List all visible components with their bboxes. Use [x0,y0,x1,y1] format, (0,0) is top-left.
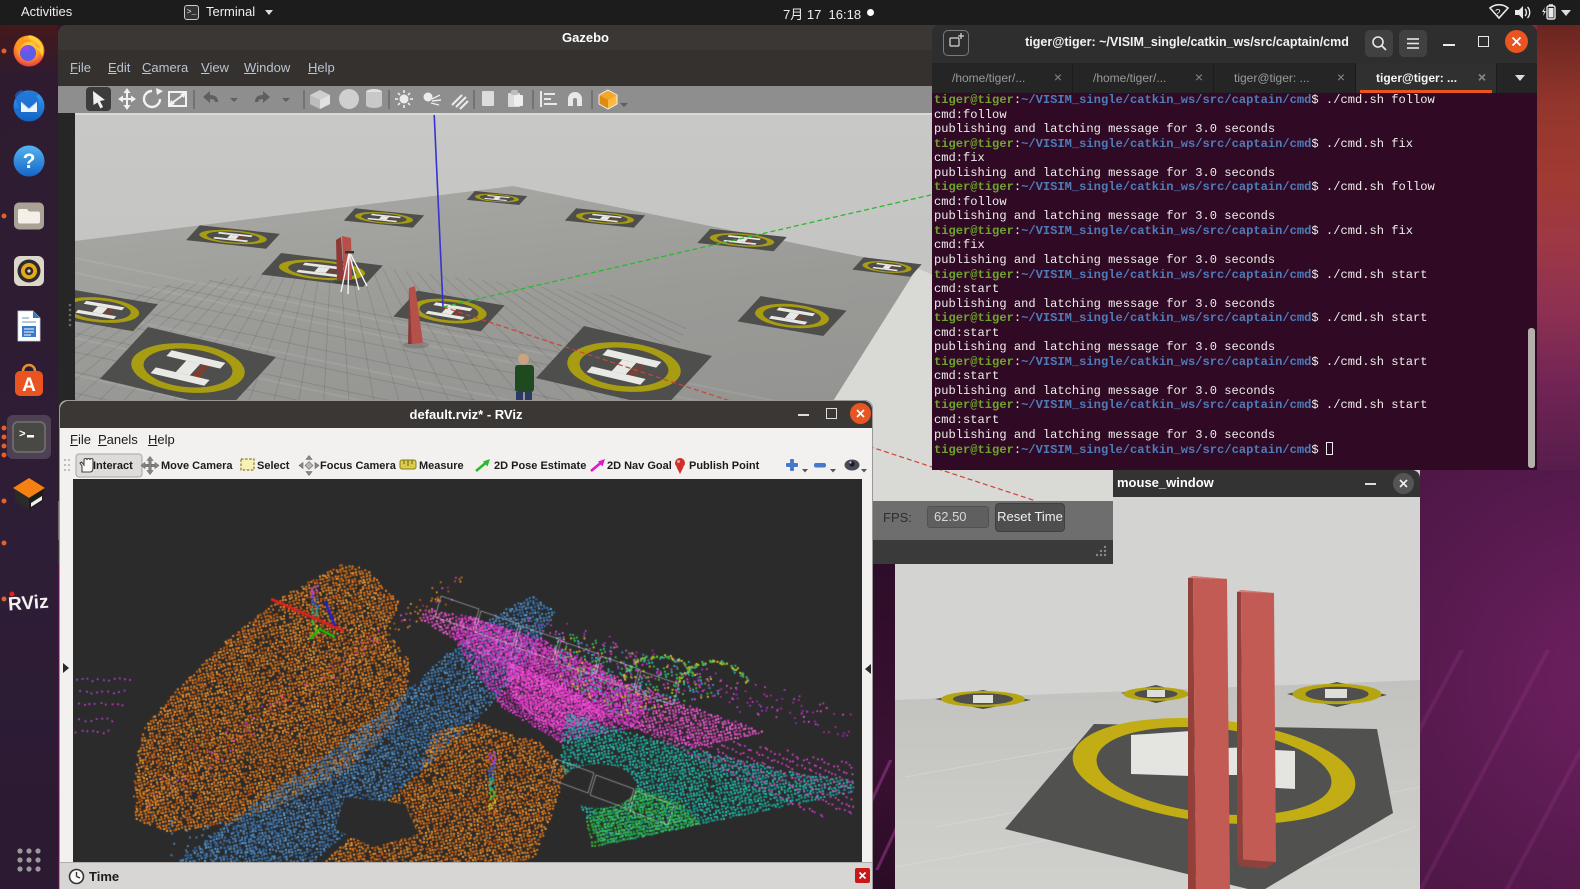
svg-text:>: > [19,429,26,441]
svg-text:?: ? [1495,8,1501,19]
svg-text:?: ? [23,150,36,173]
svg-text:A: A [22,375,36,396]
